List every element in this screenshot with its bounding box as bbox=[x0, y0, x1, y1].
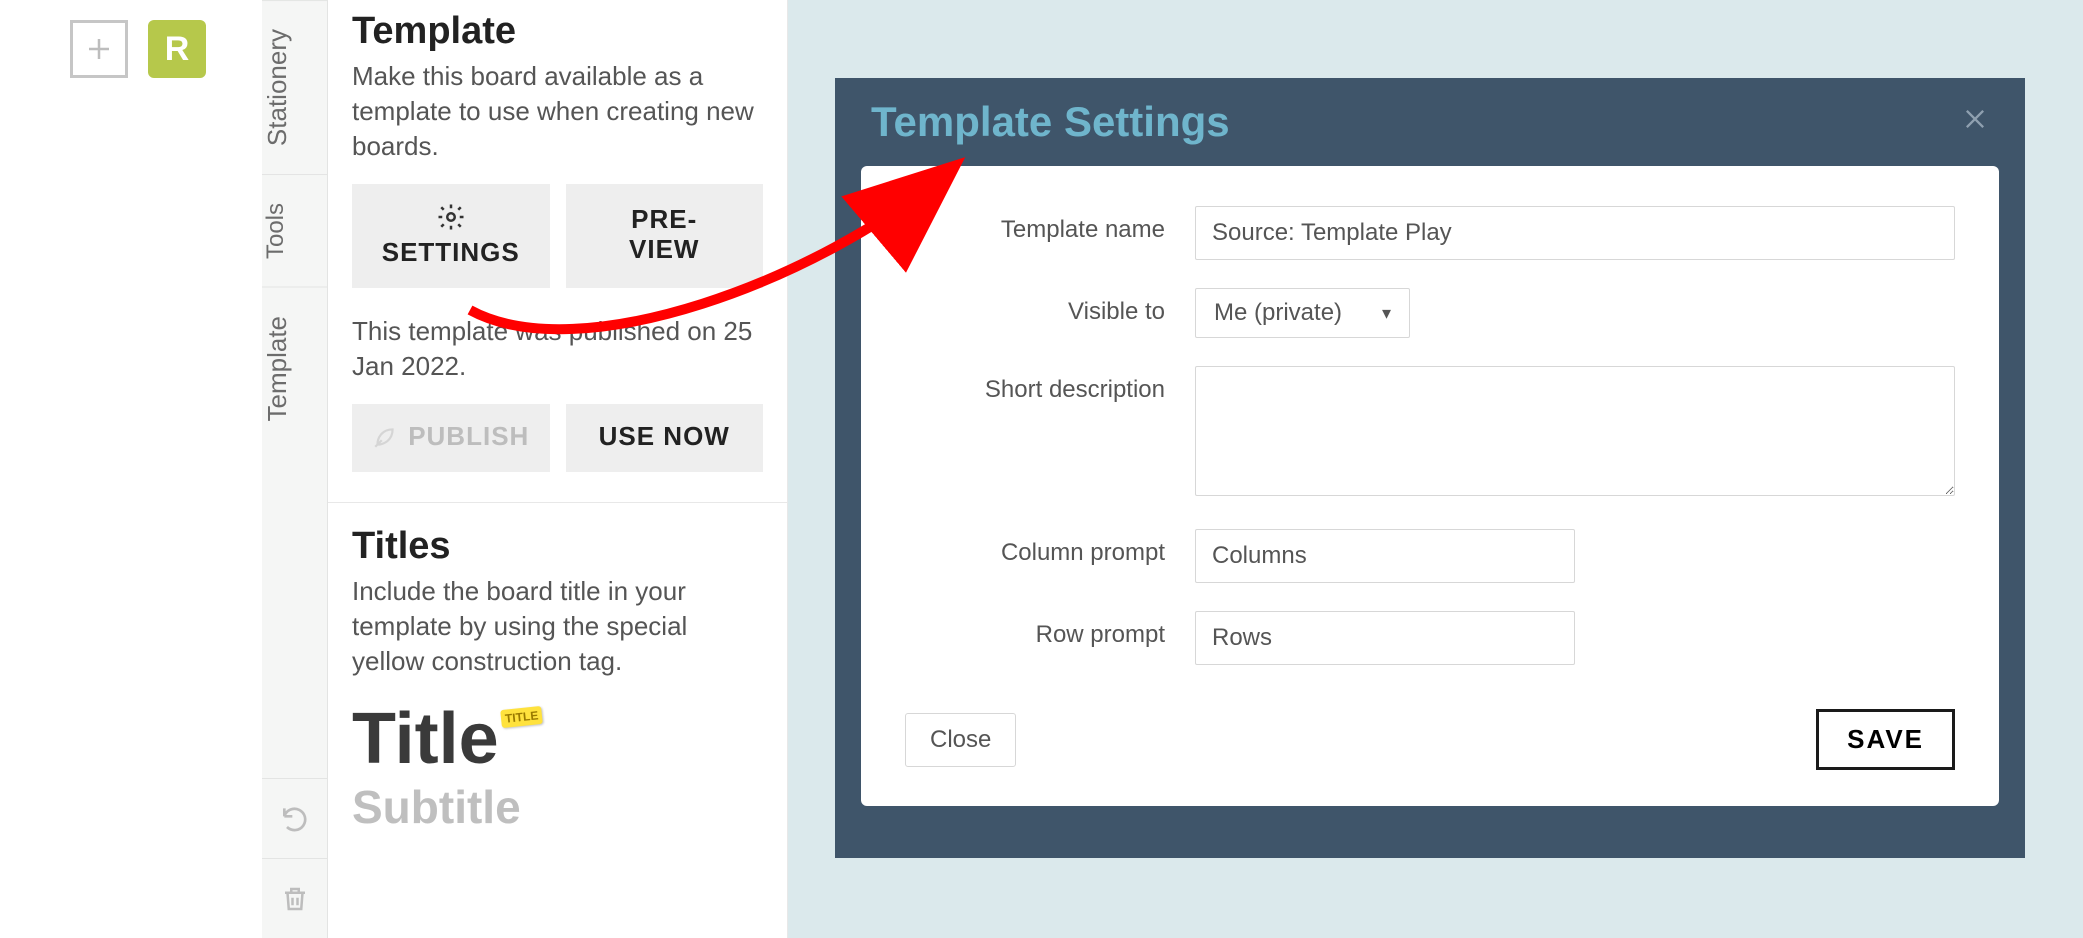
column-prompt-input[interactable] bbox=[1195, 529, 1575, 583]
template-description: Make this board available as a template … bbox=[352, 59, 763, 164]
trash-icon bbox=[280, 884, 310, 914]
visible-to-value: Me (private) bbox=[1214, 299, 1342, 327]
template-name-input[interactable] bbox=[1195, 206, 1955, 260]
undo-icon bbox=[279, 803, 311, 835]
add-button[interactable] bbox=[70, 20, 128, 78]
dialog-title: Template Settings bbox=[871, 98, 1230, 146]
chevron-down-icon: ▾ bbox=[1382, 303, 1391, 324]
preview-button[interactable]: PRE- VIEW bbox=[566, 184, 764, 288]
subtitle-sample[interactable]: Subtitle bbox=[352, 780, 763, 834]
template-heading: Template bbox=[352, 10, 763, 53]
rocket-icon bbox=[372, 424, 398, 450]
gear-icon bbox=[436, 202, 466, 232]
published-note: This template was published on 25 Jan 20… bbox=[352, 314, 763, 384]
tab-tools[interactable]: Tools bbox=[262, 174, 327, 287]
title-sample-text: Title bbox=[352, 698, 499, 780]
plus-icon bbox=[84, 34, 114, 64]
template-settings-dialog: Template Settings Template name Visible … bbox=[835, 78, 2025, 858]
short-description-label: Short description bbox=[905, 366, 1165, 404]
template-panel: Template Make this board available as a … bbox=[328, 0, 788, 938]
dialog-save-button[interactable]: SAVE bbox=[1816, 709, 1955, 770]
template-name-label: Template name bbox=[905, 206, 1165, 244]
title-badge: TITLE bbox=[500, 705, 543, 727]
publish-button-label: PUBLISH bbox=[408, 422, 529, 452]
trash-button[interactable] bbox=[262, 858, 327, 938]
dialog-close-x[interactable] bbox=[1961, 103, 1989, 142]
tab-template[interactable]: Template bbox=[262, 287, 327, 450]
dialog-body: Template name Visible to Me (private) ▾ … bbox=[861, 166, 1999, 806]
side-tab-strip: Stationery Tools Template bbox=[262, 0, 328, 938]
undo-button[interactable] bbox=[262, 778, 327, 858]
title-sample[interactable]: Title TITLE bbox=[352, 698, 542, 780]
left-toolbar: R bbox=[70, 20, 206, 78]
user-tag[interactable]: R bbox=[148, 20, 206, 78]
titles-description: Include the board title in your template… bbox=[352, 574, 763, 679]
visible-to-label: Visible to bbox=[905, 288, 1165, 326]
row-prompt-input[interactable] bbox=[1195, 611, 1575, 665]
publish-button[interactable]: PUBLISH bbox=[352, 404, 550, 472]
settings-button[interactable]: SETTINGS bbox=[352, 184, 550, 288]
dialog-close-button[interactable]: Close bbox=[905, 713, 1016, 767]
preview-button-label: PRE- VIEW bbox=[629, 205, 699, 265]
column-prompt-label: Column prompt bbox=[905, 529, 1165, 567]
row-prompt-label: Row prompt bbox=[905, 611, 1165, 649]
titles-heading: Titles bbox=[352, 525, 763, 568]
panel-divider bbox=[328, 502, 787, 503]
tab-stationery[interactable]: Stationery bbox=[262, 0, 327, 174]
use-now-button[interactable]: USE NOW bbox=[566, 404, 764, 472]
close-icon bbox=[1961, 105, 1989, 133]
use-now-button-label: USE NOW bbox=[599, 422, 730, 452]
settings-button-label: SETTINGS bbox=[382, 238, 520, 268]
visible-to-select[interactable]: Me (private) ▾ bbox=[1195, 288, 1410, 338]
short-description-input[interactable] bbox=[1195, 366, 1955, 496]
